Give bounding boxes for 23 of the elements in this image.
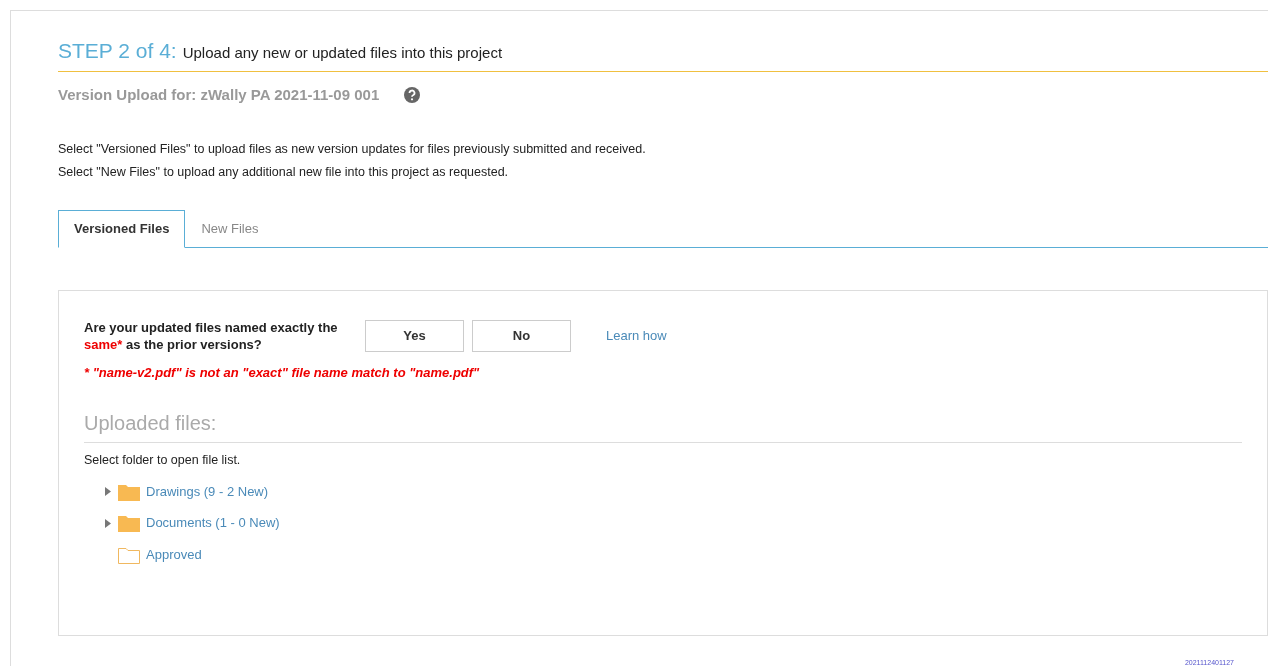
instruction-text: Select "Versioned Files" to upload files as new version updates for files previously submitted and received. bbox=[58, 141, 647, 158]
folder-icon bbox=[118, 545, 140, 564]
question-text: Are your updated files named exactly the same* as the prior versions? bbox=[84, 318, 339, 353]
step-title: Upload any new or updated files into this project bbox=[182, 43, 503, 63]
expand-arrow-icon[interactable] bbox=[104, 487, 112, 496]
hint-text: Select folder to open file list. bbox=[84, 452, 242, 469]
note-text: * "name-v2.pdf" is not an "exact" file name match to "name.pdf" bbox=[84, 363, 481, 382]
folder-icon bbox=[118, 482, 140, 501]
folder-link[interactable]: Approved bbox=[146, 544, 202, 565]
version-upload-title: Version Upload for: zWally PA 2021-11-09 001 bbox=[58, 84, 380, 105]
instruction-text: Select "New Files" to upload any additional new file into this project as requested. bbox=[58, 164, 510, 181]
step-label: STEP 2 of 4: bbox=[58, 38, 177, 64]
tab[interactable]: Versioned Files bbox=[58, 210, 186, 248]
answer-button[interactable]: No bbox=[472, 319, 571, 352]
folder-link[interactable]: Documents (1 - 0 New) bbox=[146, 513, 280, 533]
answer-button[interactable]: Yes bbox=[365, 319, 464, 352]
folder-link[interactable]: Drawings (9 - 2 New) bbox=[146, 481, 269, 502]
help-icon[interactable] bbox=[403, 85, 422, 104]
uploaded-files-heading: Uploaded files: bbox=[84, 408, 1242, 443]
folder-icon bbox=[118, 514, 140, 532]
learn-how-link[interactable]: Learn how bbox=[606, 325, 667, 346]
expand-arrow-icon[interactable] bbox=[104, 518, 112, 528]
tab[interactable]: New Files bbox=[185, 210, 275, 248]
